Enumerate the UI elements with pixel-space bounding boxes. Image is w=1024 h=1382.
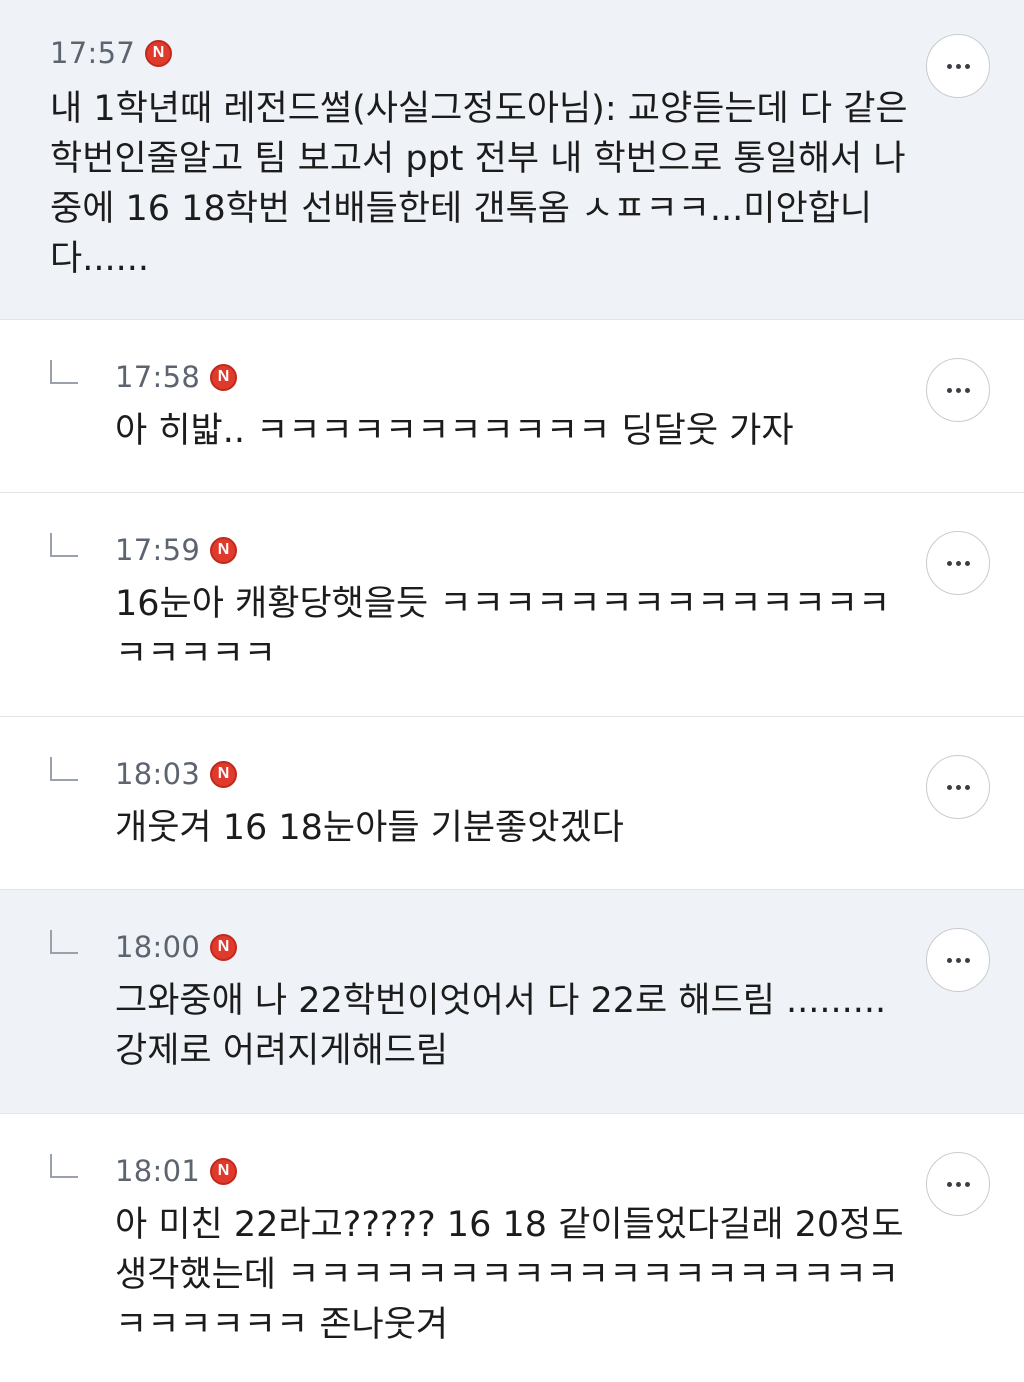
new-badge: N [210,363,238,391]
more-horizontal-icon [946,387,970,393]
comment-item: 17:57 N 내 1학년때 레전드썰(사실그정도아님): 교양듣는데 다 같은… [0,0,1024,320]
new-badge: N [210,760,238,788]
comment-text: 개웃겨 16 18눈아들 기분좋앗겠다 [115,808,624,848]
reply-item: 17:58 N 아 히밟.. ㅋㅋㅋㅋㅋㅋㅋㅋㅋㅋㅋ 딩달웃 가자 [0,320,1024,493]
more-horizontal-icon [946,1181,970,1187]
reply-item: 18:03 N 개웃겨 16 18눈아들 기분좋앗겠다 [0,717,1024,890]
comment-list: 17:57 N 내 1학년때 레전드썰(사실그정도아님): 교양듣는데 다 같은… [0,0,1024,1382]
comment-text: 내 1학년때 레전드썰(사실그정도아님): 교양듣는데 다 같은 학번인줄알고 … [50,89,919,279]
more-options-button[interactable] [926,755,990,819]
reply-arrow-icon [50,757,78,781]
comment-time: 17:58 [115,360,201,394]
comment-text: 아 미친 22라고????? 16 18 같이들었다길래 20정도 생각했는데 … [115,1205,915,1345]
more-options-button[interactable] [926,1152,990,1216]
comment-meta: 18:01 N [115,1114,914,1188]
comment-text: 아 히밟.. ㅋㅋㅋㅋㅋㅋㅋㅋㅋㅋㅋ 딩달웃 가자 [115,411,794,451]
more-options-button[interactable] [926,928,990,992]
reply-item: 18:00 N 그와중애 나 22학번이엇어서 다 22로 해드림 ......… [0,890,1024,1114]
more-options-button[interactable] [926,358,990,422]
comment-text: 16눈아 캐황당햇을듯 ㅋㅋㅋㅋㅋㅋㅋㅋㅋㅋㅋㅋㅋㅋㅋㅋㅋㅋㅋ [115,584,891,674]
reply-arrow-icon [50,1154,78,1178]
comment-meta: 18:00 N [115,890,914,964]
new-badge: N [210,536,238,564]
comment-meta: 17:59 N [115,493,914,567]
comment-meta: 17:57 N [50,36,924,70]
comment-text: 그와중애 나 22학번이엇어서 다 22로 해드림 ......... 강제로 … [115,981,898,1071]
more-horizontal-icon [946,560,970,566]
comment-time: 18:01 [115,1154,201,1188]
more-horizontal-icon [946,63,970,69]
new-badge: N [210,933,238,961]
more-horizontal-icon [946,957,970,963]
more-options-button[interactable] [926,531,990,595]
comment-time: 17:57 [50,36,136,70]
new-badge: N [145,39,173,67]
reply-item: 18:01 N 아 미친 22라고????? 16 18 같이들었다길래 20정… [0,1114,1024,1382]
reply-item: 17:59 N 16눈아 캐황당햇을듯 ㅋㅋㅋㅋㅋㅋㅋㅋㅋㅋㅋㅋㅋㅋㅋㅋㅋㅋㅋ [0,493,1024,717]
more-horizontal-icon [946,784,970,790]
comment-time: 17:59 [115,533,201,567]
comment-time: 18:00 [115,930,201,964]
reply-arrow-icon [50,930,78,954]
more-options-button[interactable] [926,34,990,98]
reply-arrow-icon [50,360,78,384]
comment-time: 18:03 [115,757,201,791]
comment-meta: 18:03 N [115,717,914,791]
comment-meta: 17:58 N [115,320,914,394]
new-badge: N [210,1157,238,1185]
reply-arrow-icon [50,533,78,557]
